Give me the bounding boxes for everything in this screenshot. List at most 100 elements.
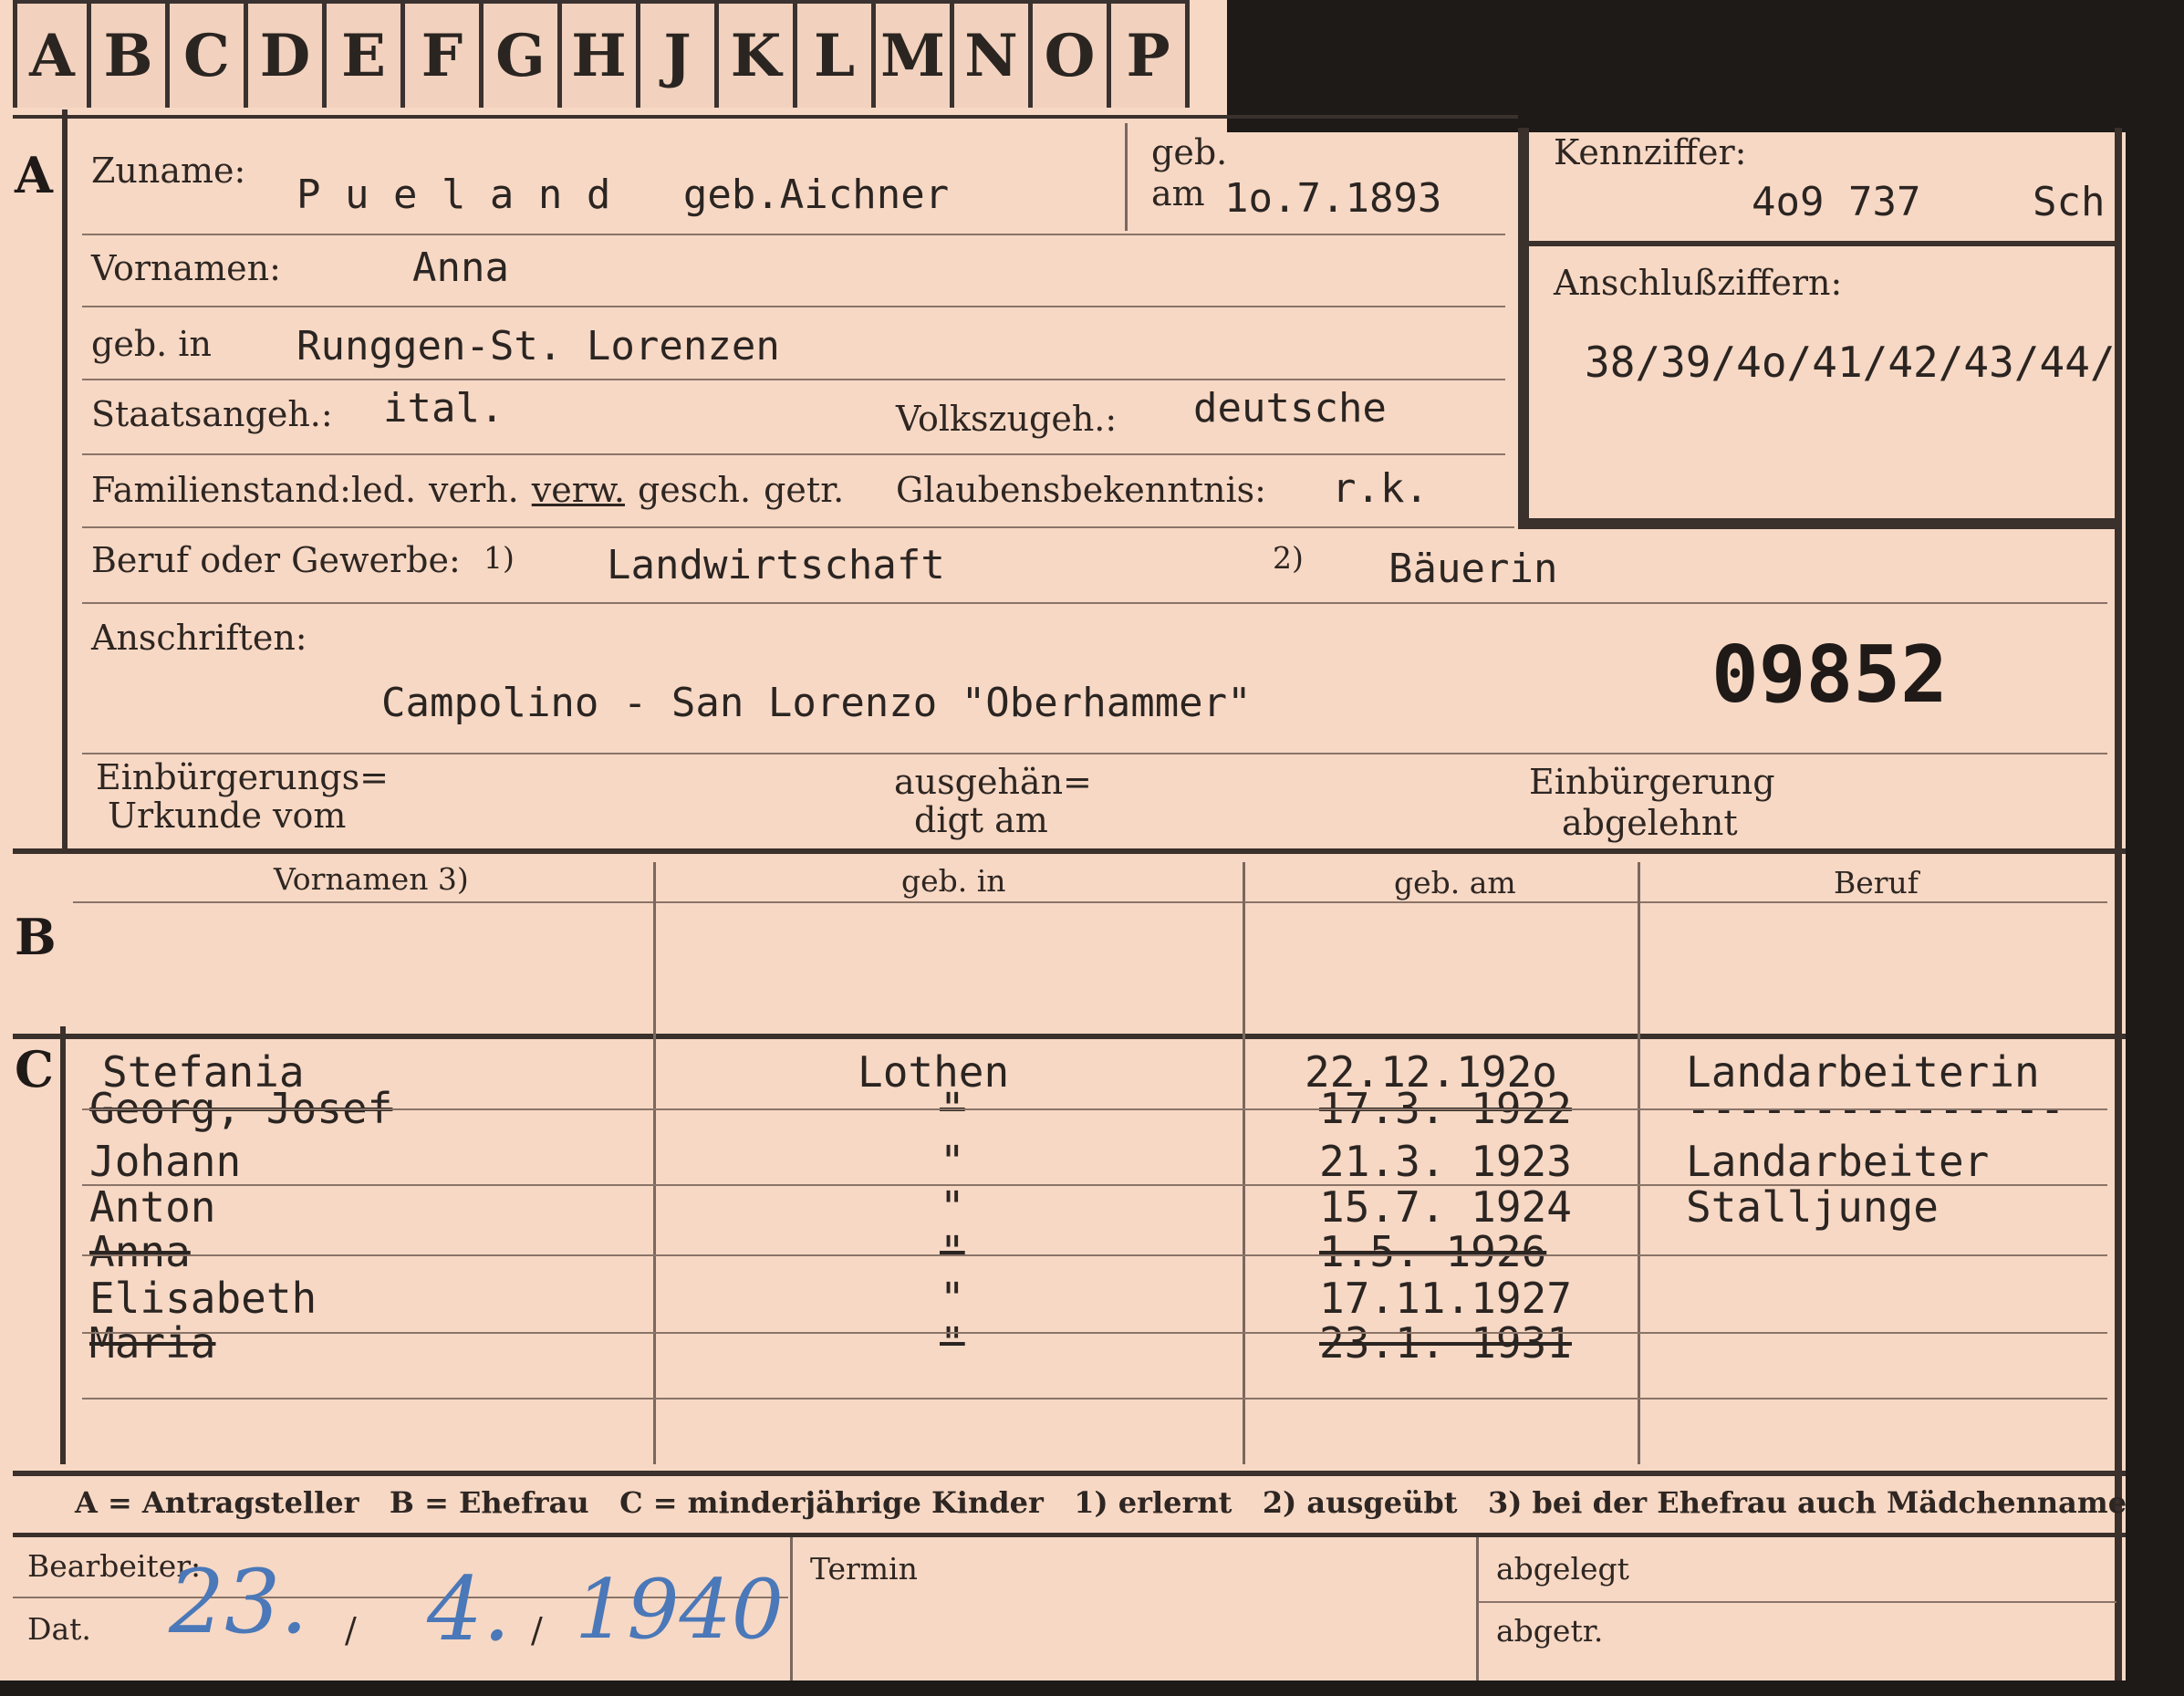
vornamen-label: Vornamen: bbox=[91, 248, 281, 288]
section-b-marker: B bbox=[15, 908, 57, 966]
kennziffer-box-divider bbox=[1529, 241, 2115, 246]
child-name: Maria bbox=[89, 1318, 216, 1368]
b-header-vornamen: Vornamen 3) bbox=[274, 861, 469, 897]
alphabet-tab-j[interactable]: J bbox=[640, 0, 719, 108]
geb-in-label: geb. in bbox=[91, 324, 212, 364]
handwritten-month: 4. bbox=[427, 1558, 511, 1660]
footer-rule-right bbox=[1478, 1601, 2116, 1603]
familienstand-option: gesch. bbox=[637, 470, 752, 510]
ausgehaendigt-label-2: digt am bbox=[914, 800, 1048, 840]
frame-left-c bbox=[60, 1026, 66, 1464]
rule-6 bbox=[82, 602, 2107, 604]
familienstand-option: verh. bbox=[429, 470, 519, 510]
familienstand-option: getr. bbox=[764, 470, 845, 510]
frame-left-a bbox=[62, 109, 68, 848]
vornamen-value: Anna bbox=[412, 245, 509, 291]
anschluss-value: 38/39/4o/41/42/43/44/ bbox=[1585, 338, 2116, 387]
footer-divider-1 bbox=[790, 1537, 793, 1680]
staatsangeh-value: ital. bbox=[383, 385, 504, 432]
am-label: am bbox=[1151, 173, 1205, 213]
background-bottom bbox=[0, 1680, 2184, 1696]
frame-top-a bbox=[13, 115, 1518, 119]
alphabet-tab-c[interactable]: C bbox=[170, 0, 248, 108]
alphabet-tab-f[interactable]: F bbox=[405, 0, 484, 108]
zuname-value: P u e l a n d geb.Aichner bbox=[296, 172, 950, 218]
b-header-rule bbox=[73, 901, 2107, 903]
alphabet-tab-e[interactable]: E bbox=[327, 0, 405, 108]
rule-2 bbox=[82, 306, 1505, 307]
beruf-note-2: 2) bbox=[1273, 540, 1304, 576]
b-header-geb-am: geb. am bbox=[1394, 865, 1516, 900]
alphabet-tab-m[interactable]: M bbox=[876, 0, 954, 108]
child-occupation: Landarbeiter bbox=[1686, 1137, 1990, 1186]
child-birthplace: " bbox=[940, 1274, 965, 1323]
children-row-rule bbox=[82, 1398, 2107, 1399]
background-right bbox=[2126, 0, 2184, 1696]
alphabet-tab-h[interactable]: H bbox=[562, 0, 640, 108]
familienstand-option: verw. bbox=[531, 470, 625, 510]
alphabet-tab-n[interactable]: N bbox=[954, 0, 1033, 108]
alphabet-tab-o[interactable]: O bbox=[1033, 0, 1111, 108]
glauben-label: Glaubensbekenntnis: bbox=[896, 470, 1266, 510]
child-name: Johann bbox=[89, 1137, 242, 1186]
frame-bottom-a bbox=[13, 848, 2126, 854]
handwritten-year: 1940 bbox=[575, 1562, 785, 1658]
frame-bottom-b bbox=[13, 1034, 2126, 1039]
dat-label: Dat. bbox=[27, 1611, 91, 1647]
abgetr-label: abgetr. bbox=[1496, 1613, 1604, 1649]
children-row-rule bbox=[82, 1108, 2107, 1110]
child-name: Elisabeth bbox=[89, 1274, 317, 1323]
kennziffer-box-bottom bbox=[1518, 518, 2115, 529]
kennziffer-label: Kennziffer: bbox=[1554, 132, 1747, 172]
alphabet-tab-a[interactable]: A bbox=[13, 0, 91, 108]
einb-abgelehnt-label-1: Einbürgerung bbox=[1529, 762, 1775, 802]
alphabet-tab-p[interactable]: P bbox=[1111, 0, 1190, 108]
anschluss-label: Anschlußziffern: bbox=[1554, 263, 1843, 303]
anschriften-label: Anschriften: bbox=[91, 618, 307, 658]
alphabet-tab-d[interactable]: D bbox=[248, 0, 327, 108]
beruf-note-1: 1) bbox=[484, 540, 515, 576]
child-birthdate: 1.5. 1926 bbox=[1319, 1227, 1547, 1276]
beruf-2-value: Bäuerin bbox=[1388, 546, 1558, 592]
alphabet-tab-b[interactable]: B bbox=[91, 0, 170, 108]
child-birthplace: " bbox=[940, 1227, 965, 1276]
kennziffer-suffix: Sch bbox=[2033, 179, 2106, 225]
alphabet-tab-strip: ABCDEFGHJKLMNOP bbox=[13, 0, 1190, 109]
child-birthplace: " bbox=[940, 1137, 965, 1186]
glauben-value: r.k. bbox=[1332, 465, 1429, 512]
legend-text: A = Antragsteller B = Ehefrau C = minder… bbox=[75, 1485, 2127, 1520]
col-divider-2 bbox=[1243, 862, 1245, 1464]
child-name: Anna bbox=[89, 1227, 191, 1276]
kennziffer-value: 4o9 737 bbox=[1752, 179, 1921, 225]
alphabet-tab-k[interactable]: K bbox=[719, 0, 797, 108]
geb-in-value: Runggen-St. Lorenzen bbox=[296, 323, 780, 369]
child-birthplace: " bbox=[940, 1182, 965, 1232]
col-divider-3 bbox=[1638, 862, 1640, 1464]
abgelegt-label: abgelegt bbox=[1496, 1551, 1629, 1587]
child-birthdate: 21.3. 1923 bbox=[1319, 1137, 1572, 1186]
rule-5 bbox=[82, 526, 1514, 528]
section-a-marker: A bbox=[15, 146, 53, 204]
familienstand-options: led. verh. verw. gesch. getr. bbox=[351, 470, 857, 510]
alphabet-tab-l[interactable]: L bbox=[797, 0, 876, 108]
child-name: Anton bbox=[89, 1182, 216, 1232]
child-birthplace: " bbox=[940, 1318, 965, 1368]
familienstand-option: led. bbox=[351, 470, 417, 510]
einb-urkunde-label-2: Urkunde vom bbox=[108, 796, 347, 836]
einb-urkunde-label-1: Einbürgerungs= bbox=[96, 757, 389, 797]
beruf-label: Beruf oder Gewerbe: bbox=[91, 540, 461, 580]
frame-card-right bbox=[2115, 128, 2122, 1680]
handwritten-day: 23. bbox=[169, 1551, 308, 1653]
kennziffer-box-left bbox=[1518, 128, 1529, 529]
child-birthdate: 15.7. 1924 bbox=[1319, 1182, 1572, 1232]
volkszugeh-label: Volkszugeh.: bbox=[896, 399, 1118, 439]
beruf-1-value: Landwirtschaft bbox=[607, 542, 945, 588]
rule-3 bbox=[82, 379, 1505, 380]
rule-1 bbox=[82, 234, 1505, 235]
familienstand-label: Familienstand: bbox=[91, 470, 351, 510]
date-sep-1: / bbox=[345, 1610, 357, 1650]
alphabet-tab-g[interactable]: G bbox=[484, 0, 562, 108]
children-row-rule bbox=[82, 1184, 2107, 1186]
frame-legend-bottom bbox=[13, 1533, 2126, 1537]
staatsangeh-label: Staatsangeh.: bbox=[91, 394, 333, 434]
